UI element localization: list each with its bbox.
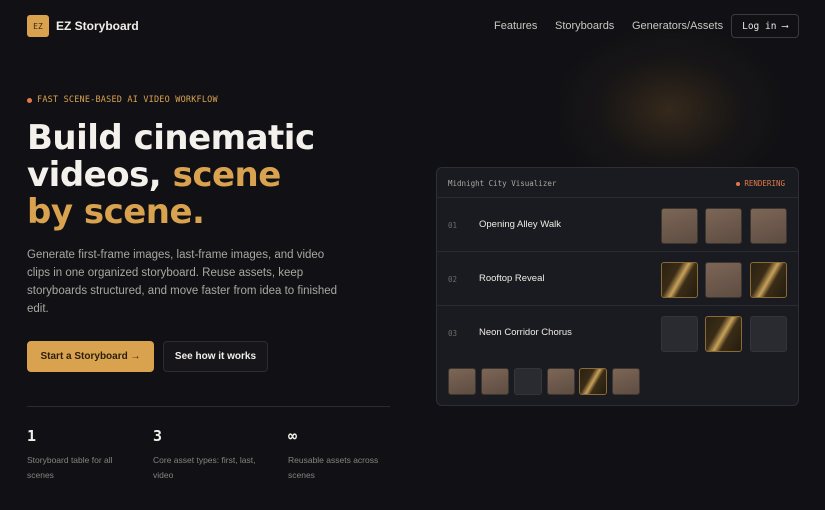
eyebrow-dot-icon — [27, 97, 32, 103]
stat-asset-types: 3 Core asset types: first, last, video — [153, 427, 263, 483]
stat-value: 3 — [153, 427, 163, 445]
scene-number: 02 — [448, 275, 458, 284]
nav-link-generators-assets[interactable]: Generators/Assets — [632, 20, 723, 32]
nav-link-features[interactable]: Features — [494, 20, 537, 32]
storyboard-preview-panel: Midnight City Visualizer RENDERING 01 Op… — [436, 167, 799, 406]
asset-thumbnail[interactable] — [514, 368, 542, 395]
eyebrow-text: FAST SCENE-BASED AI VIDEO WORKFLOW — [37, 95, 218, 105]
see-how-it-works-button[interactable]: See how it works — [163, 341, 268, 372]
last-frame-thumbnail[interactable] — [705, 262, 742, 298]
login-button[interactable]: Log in ⟶ — [731, 14, 799, 38]
stat-value: 1 — [27, 427, 37, 445]
panel-title: Midnight City Visualizer — [448, 179, 557, 188]
first-frame-thumbnail[interactable] — [661, 208, 698, 244]
last-frame-thumbnail[interactable] — [705, 208, 742, 244]
stat-value: ∞ — [288, 427, 298, 445]
scene-row[interactable]: 03 Neon Corridor Chorus — [437, 306, 798, 360]
first-frame-thumbnail[interactable] — [661, 262, 698, 298]
brand-name[interactable]: EZ Storyboard — [56, 19, 139, 33]
scene-name: Opening Alley Walk — [479, 219, 562, 230]
status-dot-icon — [736, 181, 741, 186]
stat-storyboard-table: 1 Storyboard table for all scenes — [27, 427, 137, 483]
render-status-badge: RENDERING — [736, 179, 785, 188]
scene-name: Neon Corridor Chorus — [479, 327, 572, 338]
scene-row[interactable]: 02 Rooftop Reveal — [437, 252, 798, 306]
nav-link-storyboards[interactable]: Storyboards — [555, 20, 614, 32]
logo-mark[interactable]: EZ — [27, 15, 49, 37]
last-frame-thumbnail[interactable] — [705, 316, 742, 352]
asset-thumbnail[interactable] — [547, 368, 575, 395]
stat-label: Core asset types: first, last, video — [153, 455, 256, 480]
status-text: RENDERING — [744, 179, 785, 188]
asset-thumbnail[interactable] — [612, 368, 640, 395]
panel-header: Midnight City Visualizer RENDERING — [437, 168, 798, 198]
scene-row[interactable]: 01 Opening Alley Walk — [437, 198, 798, 252]
asset-thumbnail[interactable] — [448, 368, 476, 395]
stats-divider — [27, 406, 390, 407]
first-frame-thumbnail[interactable] — [661, 316, 698, 352]
background-glow — [560, 30, 780, 190]
hero-headline: Build cinematic videos, scene by scene. — [27, 120, 317, 231]
video-clip-thumbnail[interactable] — [750, 262, 787, 298]
top-nav: EZ EZ Storyboard Features Storyboards Ge… — [0, 0, 825, 52]
asset-thumbnail[interactable] — [579, 368, 607, 395]
stat-label: Reusable assets across scenes — [288, 455, 379, 480]
hero-description: Generate first-frame images, last-frame … — [27, 249, 338, 315]
scene-number: 01 — [448, 221, 458, 230]
hero-eyebrow: FAST SCENE-BASED AI VIDEO WORKFLOW — [27, 95, 218, 105]
start-storyboard-button[interactable]: Start a Storyboard → — [27, 341, 154, 372]
video-clip-thumbnail[interactable] — [750, 316, 787, 352]
stat-reusable-assets: ∞ Reusable assets across scenes — [288, 427, 398, 483]
video-clip-thumbnail[interactable] — [750, 208, 787, 244]
asset-thumbnail[interactable] — [481, 368, 509, 395]
scene-name: Rooftop Reveal — [479, 273, 545, 284]
stat-label: Storyboard table for all scenes — [27, 455, 113, 480]
scene-number: 03 — [448, 329, 458, 338]
